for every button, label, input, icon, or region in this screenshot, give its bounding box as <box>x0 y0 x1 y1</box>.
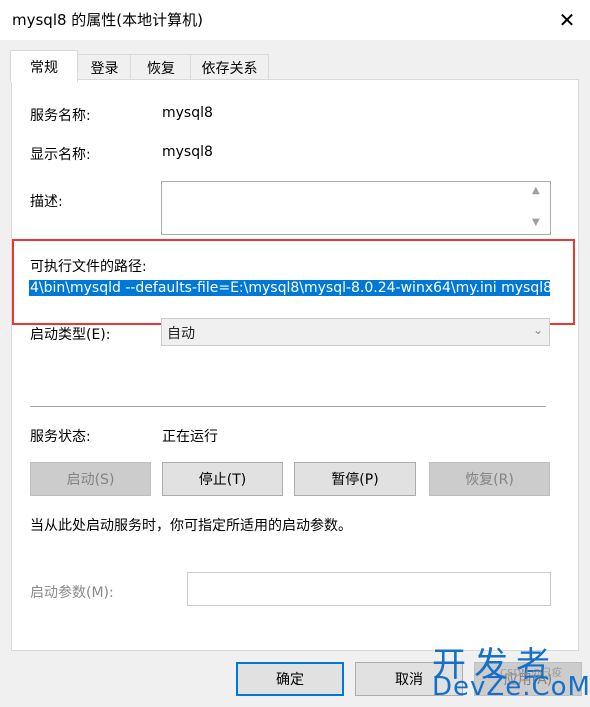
start-params-label: 启动参数(M): <box>30 585 114 601</box>
service-name-label: 服务名称: <box>30 108 91 124</box>
ok-button[interactable]: 确定 <box>236 662 344 696</box>
start-button[interactable]: 启动(S) <box>30 462 151 496</box>
resume-button[interactable]: 恢复(R) <box>429 462 550 496</box>
start-params-hint: 当从此处启动服务时，你可指定所适用的启动参数。 <box>30 518 352 534</box>
display-name-value: mysql8 <box>162 144 213 160</box>
description-label: 描述: <box>30 194 63 210</box>
display-name-label: 显示名称: <box>30 147 91 163</box>
tab-recovery[interactable]: 恢复 <box>130 54 192 81</box>
window-title: mysql8 的属性(本地计算机) <box>12 11 204 29</box>
close-icon[interactable]: ✕ <box>552 6 582 34</box>
tab-label: 恢复 <box>147 61 175 77</box>
startup-type-label: 启动类型(E): <box>30 327 111 343</box>
tab-label: 常规 <box>30 59 58 76</box>
scroll-up-icon[interactable]: ▲ <box>532 185 540 196</box>
general-panel <box>11 79 579 651</box>
description-scrollbar[interactable]: ▲ ▼ <box>529 182 548 232</box>
stop-button[interactable]: 停止(T) <box>162 462 283 496</box>
title-bar: mysql8 的属性(本地计算机) ✕ <box>0 0 590 40</box>
pause-button[interactable]: 暂停(P) <box>294 462 416 496</box>
tab-general[interactable]: 常规 <box>10 50 78 82</box>
exe-path-label: 可执行文件的路径: <box>30 259 147 275</box>
service-status-label: 服务状态: <box>30 429 91 445</box>
exe-path-field[interactable]: 4\bin\mysqld --defaults-file=E:\mysql8\m… <box>29 279 550 301</box>
start-params-input[interactable] <box>187 572 551 606</box>
exe-path-value: 4\bin\mysqld --defaults-file=E:\mysql8\m… <box>29 280 550 296</box>
csdn-watermark: CSDN @已疫 <box>500 668 562 679</box>
separator <box>30 406 546 407</box>
startup-type-select[interactable]: 自动 ⌄ <box>161 318 550 346</box>
tab-label: 依存关系 <box>201 61 258 77</box>
description-field[interactable] <box>161 181 551 235</box>
chevron-down-icon: ⌄ <box>532 323 543 337</box>
tab-logon[interactable]: 登录 <box>76 54 133 81</box>
tab-dependencies[interactable]: 依存关系 <box>190 54 269 81</box>
service-name-value: mysql8 <box>162 105 213 121</box>
startup-type-value: 自动 <box>167 326 195 342</box>
service-status-value: 正在运行 <box>162 429 218 445</box>
scroll-down-icon[interactable]: ▼ <box>532 217 540 228</box>
tab-label: 登录 <box>90 61 119 77</box>
